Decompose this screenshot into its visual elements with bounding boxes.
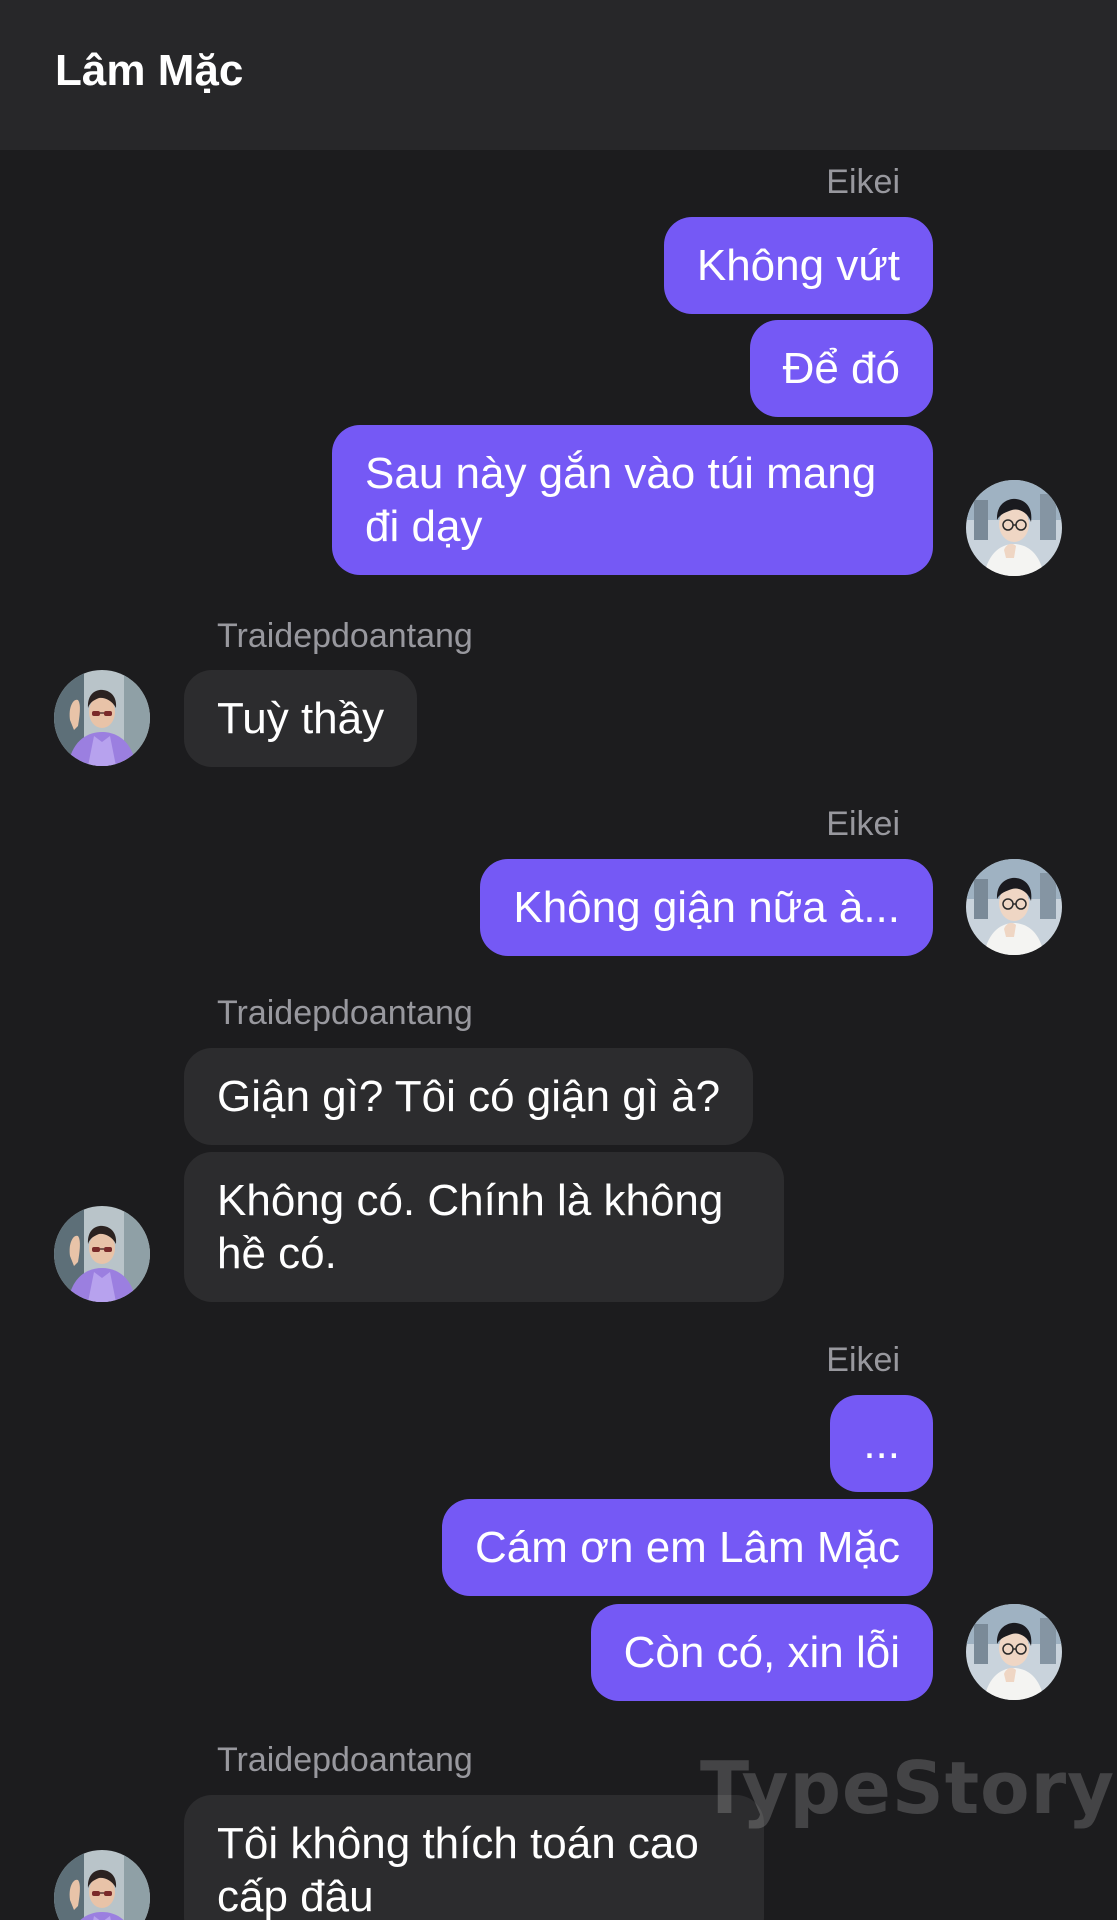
- incoming-message-bubble[interactable]: Giận gì? Tôi có giận gì à?: [184, 1048, 754, 1145]
- avatar-eikei[interactable]: [966, 859, 1062, 955]
- profile-photo-icon: [54, 1850, 150, 1920]
- sender-name: Eikei: [826, 805, 900, 843]
- conversation-title: Lâm Mặc: [55, 46, 244, 95]
- outgoing-message-bubble[interactable]: Sau này gắn vào túi mang đi dạy: [332, 425, 933, 575]
- avatar-traidepdoantang[interactable]: [54, 670, 150, 766]
- outgoing-message-bubble[interactable]: Cám ơn em Lâm Mặc: [442, 1499, 933, 1596]
- outgoing-message-bubble[interactable]: ...: [830, 1395, 933, 1492]
- message-list[interactable]: Eikei Không vứt Để đó Sau này gắn vào tú…: [0, 150, 1117, 1920]
- sender-name: Eikei: [826, 1341, 900, 1379]
- incoming-message-bubble[interactable]: Tuỳ thầy: [184, 670, 418, 767]
- sender-name: Eikei: [826, 163, 900, 201]
- incoming-message-bubble[interactable]: Không có. Chính là không hề có.: [184, 1152, 784, 1302]
- profile-photo-icon: [966, 1604, 1062, 1700]
- outgoing-message-bubble[interactable]: Còn có, xin lỗi: [590, 1604, 933, 1701]
- sender-name: Traidepdoantang: [217, 617, 473, 655]
- avatar-traidepdoantang[interactable]: [54, 1206, 150, 1302]
- sender-name: Traidepdoantang: [217, 1741, 473, 1779]
- avatar-traidepdoantang[interactable]: [54, 1850, 150, 1920]
- watermark-logo: TypeStory: [700, 1746, 1116, 1830]
- sender-name: Traidepdoantang: [217, 994, 473, 1032]
- profile-photo-icon: [54, 1206, 150, 1302]
- profile-photo-icon: [966, 480, 1062, 576]
- outgoing-message-bubble[interactable]: Để đó: [749, 320, 933, 417]
- chat-header: Lâm Mặc: [0, 0, 1117, 150]
- avatar-eikei[interactable]: [966, 480, 1062, 576]
- profile-photo-icon: [54, 670, 150, 766]
- incoming-message-bubble[interactable]: Tôi không thích toán cao cấp đâu: [184, 1795, 764, 1920]
- outgoing-message-bubble[interactable]: Không vứt: [663, 217, 933, 314]
- avatar-eikei[interactable]: [966, 1604, 1062, 1700]
- outgoing-message-bubble[interactable]: Không giận nữa à...: [480, 859, 933, 956]
- profile-photo-icon: [966, 859, 1062, 955]
